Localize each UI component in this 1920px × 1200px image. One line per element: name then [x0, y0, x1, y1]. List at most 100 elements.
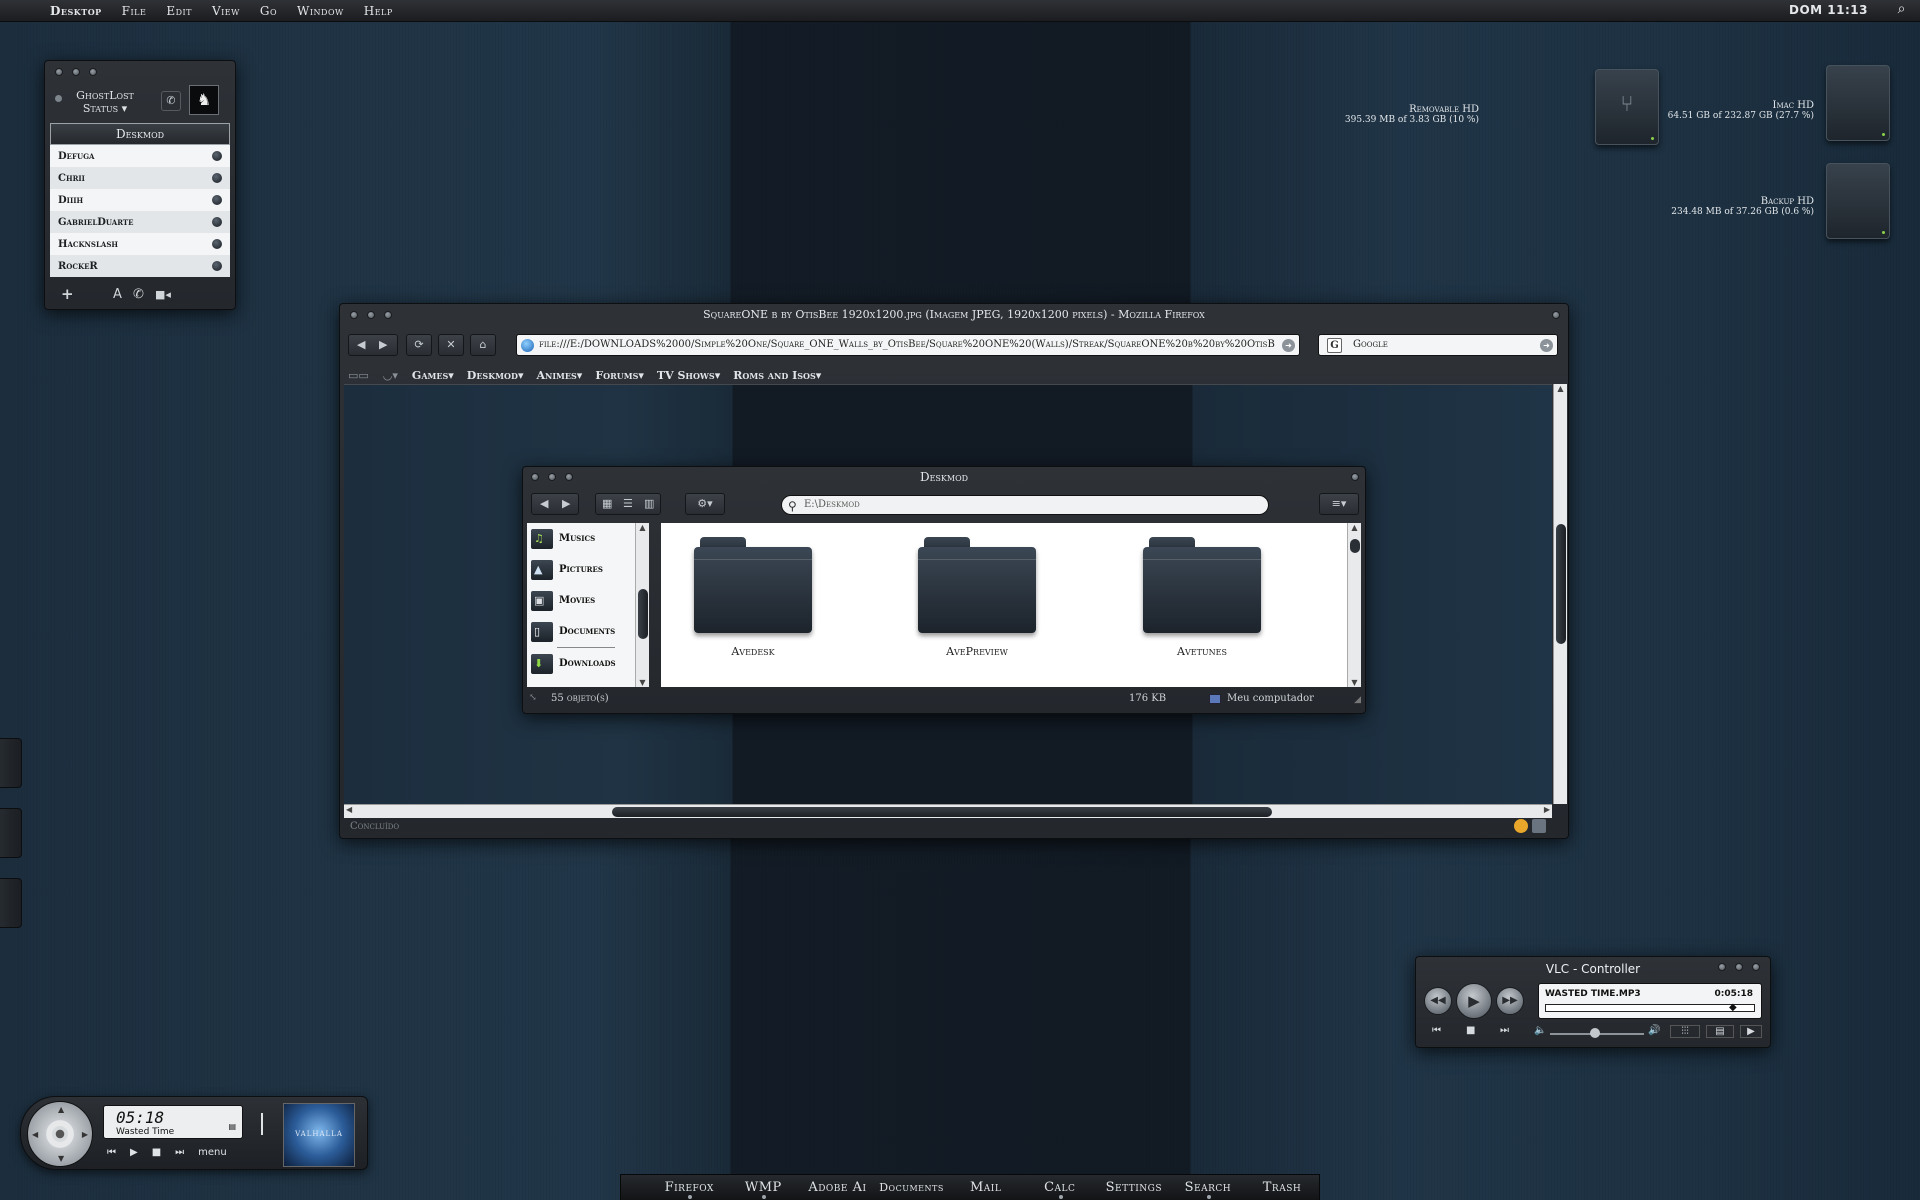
volume-knob-icon[interactable]	[1590, 1028, 1600, 1038]
hard-drive-icon[interactable]	[1826, 65, 1890, 141]
rewind-icon[interactable]: ◀◀	[1424, 987, 1452, 1015]
zoom-button[interactable]	[89, 68, 97, 76]
seek-knob-icon[interactable]: ◆	[1729, 1002, 1737, 1013]
bookmark-tv-shows[interactable]: TV Shows▾	[657, 369, 720, 382]
menu-go[interactable]: Go	[250, 4, 287, 18]
bookmark-folder-icon[interactable]: ▭▭	[348, 369, 369, 382]
scroll-down-icon[interactable]: ▼	[636, 678, 649, 687]
edge-dock-tab[interactable]	[0, 738, 22, 788]
contact-group-header[interactable]: Deskmod	[50, 123, 230, 145]
edge-dock-tab[interactable]	[0, 808, 22, 858]
back-arrow-icon[interactable]: ◀	[540, 494, 548, 514]
status-dropdown[interactable]: Status	[83, 102, 118, 115]
scroll-right-icon[interactable]: ▶	[1544, 805, 1550, 814]
contact-item[interactable]: Hacknslash	[50, 233, 230, 255]
content-scrollbar[interactable]: ▲ ▼	[1347, 523, 1361, 687]
zoom-button[interactable]	[1735, 963, 1743, 971]
menu-help[interactable]: Help	[354, 4, 403, 18]
scroll-thumb[interactable]	[1350, 539, 1360, 553]
minimize-button[interactable]	[1718, 963, 1726, 971]
album-cover[interactable]: VALHALLA	[283, 1103, 355, 1167]
sidebar-item-pictures[interactable]: ▲ Pictures	[527, 554, 635, 585]
equalizer-icon[interactable]: ⫶⫶⫶	[1670, 1025, 1700, 1038]
forward-arrow-icon[interactable]: ▶	[379, 335, 387, 355]
wheel-center-button[interactable]	[52, 1126, 68, 1142]
menu-desktop[interactable]: Desktop	[40, 4, 112, 18]
backup-drive-icon[interactable]	[1826, 163, 1890, 239]
close-button[interactable]	[55, 68, 63, 76]
menu-edit[interactable]: Edit	[156, 4, 202, 18]
addon-smiley-icon[interactable]	[1514, 819, 1528, 833]
messenger-user[interactable]: GhostLost Status ▾	[72, 89, 138, 115]
path-search-input[interactable]: ⚲ E:\Deskmod	[781, 495, 1269, 515]
bookmark-menu-icon[interactable]: ◡▾	[383, 369, 398, 382]
voice-call-icon[interactable]: ✆	[133, 287, 144, 302]
scroll-up-icon[interactable]: ▲	[1554, 384, 1567, 393]
playlist-icon[interactable]: ▤	[1706, 1025, 1734, 1038]
folder-item-avepreview[interactable]: AvePreview	[902, 537, 1052, 658]
dock-item-search[interactable]: Search	[1171, 1180, 1245, 1199]
previous-track-icon[interactable]: ⏮	[107, 1147, 116, 1158]
lcd-menu-icon[interactable]: ▤	[228, 1122, 236, 1131]
go-arrow-icon[interactable]: ➜	[1282, 339, 1295, 352]
previous-track-icon[interactable]: ⏮	[1432, 1025, 1441, 1036]
dock-item-documents[interactable]: Documents	[874, 1181, 948, 1194]
wheel-left-icon[interactable]: ◀	[32, 1130, 38, 1139]
sidebar-item-documents[interactable]: ▯ Documents	[527, 616, 635, 647]
sidebar-item-musics[interactable]: ♫ Musics	[527, 523, 635, 554]
contact-item[interactable]: GabrielDuarte	[50, 211, 230, 233]
scroll-up-icon[interactable]: ▲	[1348, 523, 1361, 532]
contact-item[interactable]: Chrii	[50, 167, 230, 189]
bookmark-games[interactable]: Games▾	[412, 369, 454, 382]
sidebar-item-downloads[interactable]: ⬇ Downloads	[527, 648, 635, 679]
scroll-down-icon[interactable]: ▼	[1348, 678, 1361, 687]
bookmark-deskmod[interactable]: Deskmod▾	[467, 369, 524, 382]
menubar-clock[interactable]: DOM 11:13	[1789, 3, 1868, 17]
dock-item-adobe-ai[interactable]: Adobe Ai	[800, 1180, 874, 1195]
fullscreen-icon[interactable]: ▶	[1740, 1025, 1762, 1038]
scroll-up-icon[interactable]: ▲	[636, 523, 649, 532]
scroll-thumb[interactable]	[612, 807, 1272, 817]
next-track-icon[interactable]: ⏭	[1500, 1025, 1509, 1036]
stop-icon[interactable]: ■	[1466, 1025, 1475, 1036]
menu-view[interactable]: View	[202, 4, 250, 18]
sidebar-scrollbar[interactable]: ▲ ▼	[635, 523, 649, 687]
sidebar-item-movies[interactable]: ▣ Movies	[527, 585, 635, 616]
url-bar[interactable]: file:///E:/DOWNLOADS%2000/Simple%20One/S…	[516, 334, 1300, 356]
folder-item-avetunes[interactable]: Avetunes	[1127, 537, 1277, 658]
home-icon[interactable]: ⌂	[470, 334, 496, 356]
bookmark-roms-and-isos[interactable]: Roms and Isos▾	[733, 369, 821, 382]
action-gear-icon[interactable]: ⚙▾	[685, 493, 725, 515]
list-view-icon[interactable]: ☰	[623, 494, 633, 514]
add-contact-icon[interactable]: +	[61, 285, 74, 303]
contact-item[interactable]: RockeR	[50, 255, 230, 277]
play-icon[interactable]: ▶	[130, 1147, 138, 1158]
scroll-thumb[interactable]	[638, 589, 648, 639]
bookmark-animes[interactable]: Animes▾	[536, 369, 582, 382]
next-track-icon[interactable]: ⏭	[175, 1147, 184, 1158]
addon-status-icon[interactable]	[1532, 819, 1546, 833]
column-view-icon[interactable]: ▥	[644, 494, 654, 514]
forward-arrow-icon[interactable]: ▶	[562, 494, 570, 514]
resize-arrows-icon[interactable]: ⤡	[529, 693, 537, 703]
close-button[interactable]	[1752, 963, 1760, 971]
edge-dock-tab[interactable]	[0, 878, 22, 928]
search-box[interactable]: G Google ➜	[1318, 334, 1558, 356]
play-icon[interactable]: ▶	[1456, 983, 1492, 1019]
fast-forward-icon[interactable]: ▶▶	[1496, 987, 1524, 1015]
folder-item-avedesk[interactable]: Avedesk	[678, 537, 828, 658]
phone-icon[interactable]: ✆	[161, 91, 181, 111]
dock-item-firefox[interactable]: Firefox	[652, 1180, 726, 1199]
stop-icon[interactable]: ✕	[438, 334, 464, 356]
contact-item[interactable]: Diiih	[50, 189, 230, 211]
seek-bar[interactable]	[1545, 1004, 1755, 1012]
minimize-button[interactable]	[72, 68, 80, 76]
volume-high-icon[interactable]: 🔊	[1648, 1025, 1660, 1036]
dock-item-mail[interactable]: Mail	[949, 1180, 1023, 1195]
dock-item-wmp[interactable]: WMP	[726, 1180, 800, 1199]
google-engine-icon[interactable]: G	[1327, 338, 1342, 353]
avatar[interactable]: ♞	[189, 85, 219, 115]
back-arrow-icon[interactable]: ◀	[357, 335, 365, 355]
wheel-up-icon[interactable]: ▲	[58, 1105, 64, 1114]
dock-item-trash[interactable]: Trash	[1245, 1180, 1319, 1195]
